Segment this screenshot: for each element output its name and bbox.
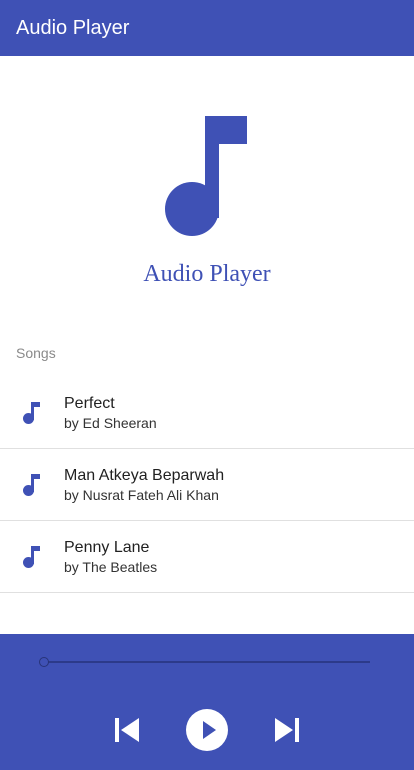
play-button[interactable]	[186, 709, 228, 751]
music-note-icon	[23, 402, 40, 424]
seek-thumb[interactable]	[39, 657, 49, 667]
song-title: Penny Lane	[64, 539, 150, 556]
song-item[interactable]: Man Atkeya Beparwah by Nusrat Fateh Ali …	[0, 449, 414, 521]
music-note-icon	[165, 116, 247, 236]
skip-next-icon[interactable]	[272, 716, 302, 744]
song-artist: by Ed Sheeran	[64, 415, 157, 431]
songs-section-label: Songs	[16, 345, 56, 361]
hero-title: Audio Player	[143, 261, 271, 287]
app-bar: Audio Player	[0, 0, 414, 56]
song-title: Man Atkeya Beparwah	[64, 467, 225, 484]
skip-previous-icon[interactable]	[112, 716, 142, 744]
song-artist: by The Beatles	[64, 559, 158, 575]
song-artist: by Nusrat Fateh Ali Khan	[64, 487, 219, 503]
app-bar-title: Audio Player	[16, 16, 130, 39]
player-bar	[0, 634, 414, 770]
seek-slider[interactable]	[38, 656, 372, 668]
seek-track[interactable]	[48, 661, 370, 663]
song-item[interactable]: Perfect by Ed Sheeran	[0, 377, 414, 449]
song-title: Perfect	[64, 395, 115, 412]
song-item[interactable]: Penny Lane by The Beatles	[0, 521, 414, 593]
music-note-icon	[23, 546, 40, 568]
play-icon	[203, 721, 216, 739]
hero-section: Audio Player	[0, 56, 414, 326]
song-list: Perfect by Ed Sheeran Man Atkeya Beparwa…	[0, 377, 414, 593]
music-note-icon	[23, 474, 40, 496]
